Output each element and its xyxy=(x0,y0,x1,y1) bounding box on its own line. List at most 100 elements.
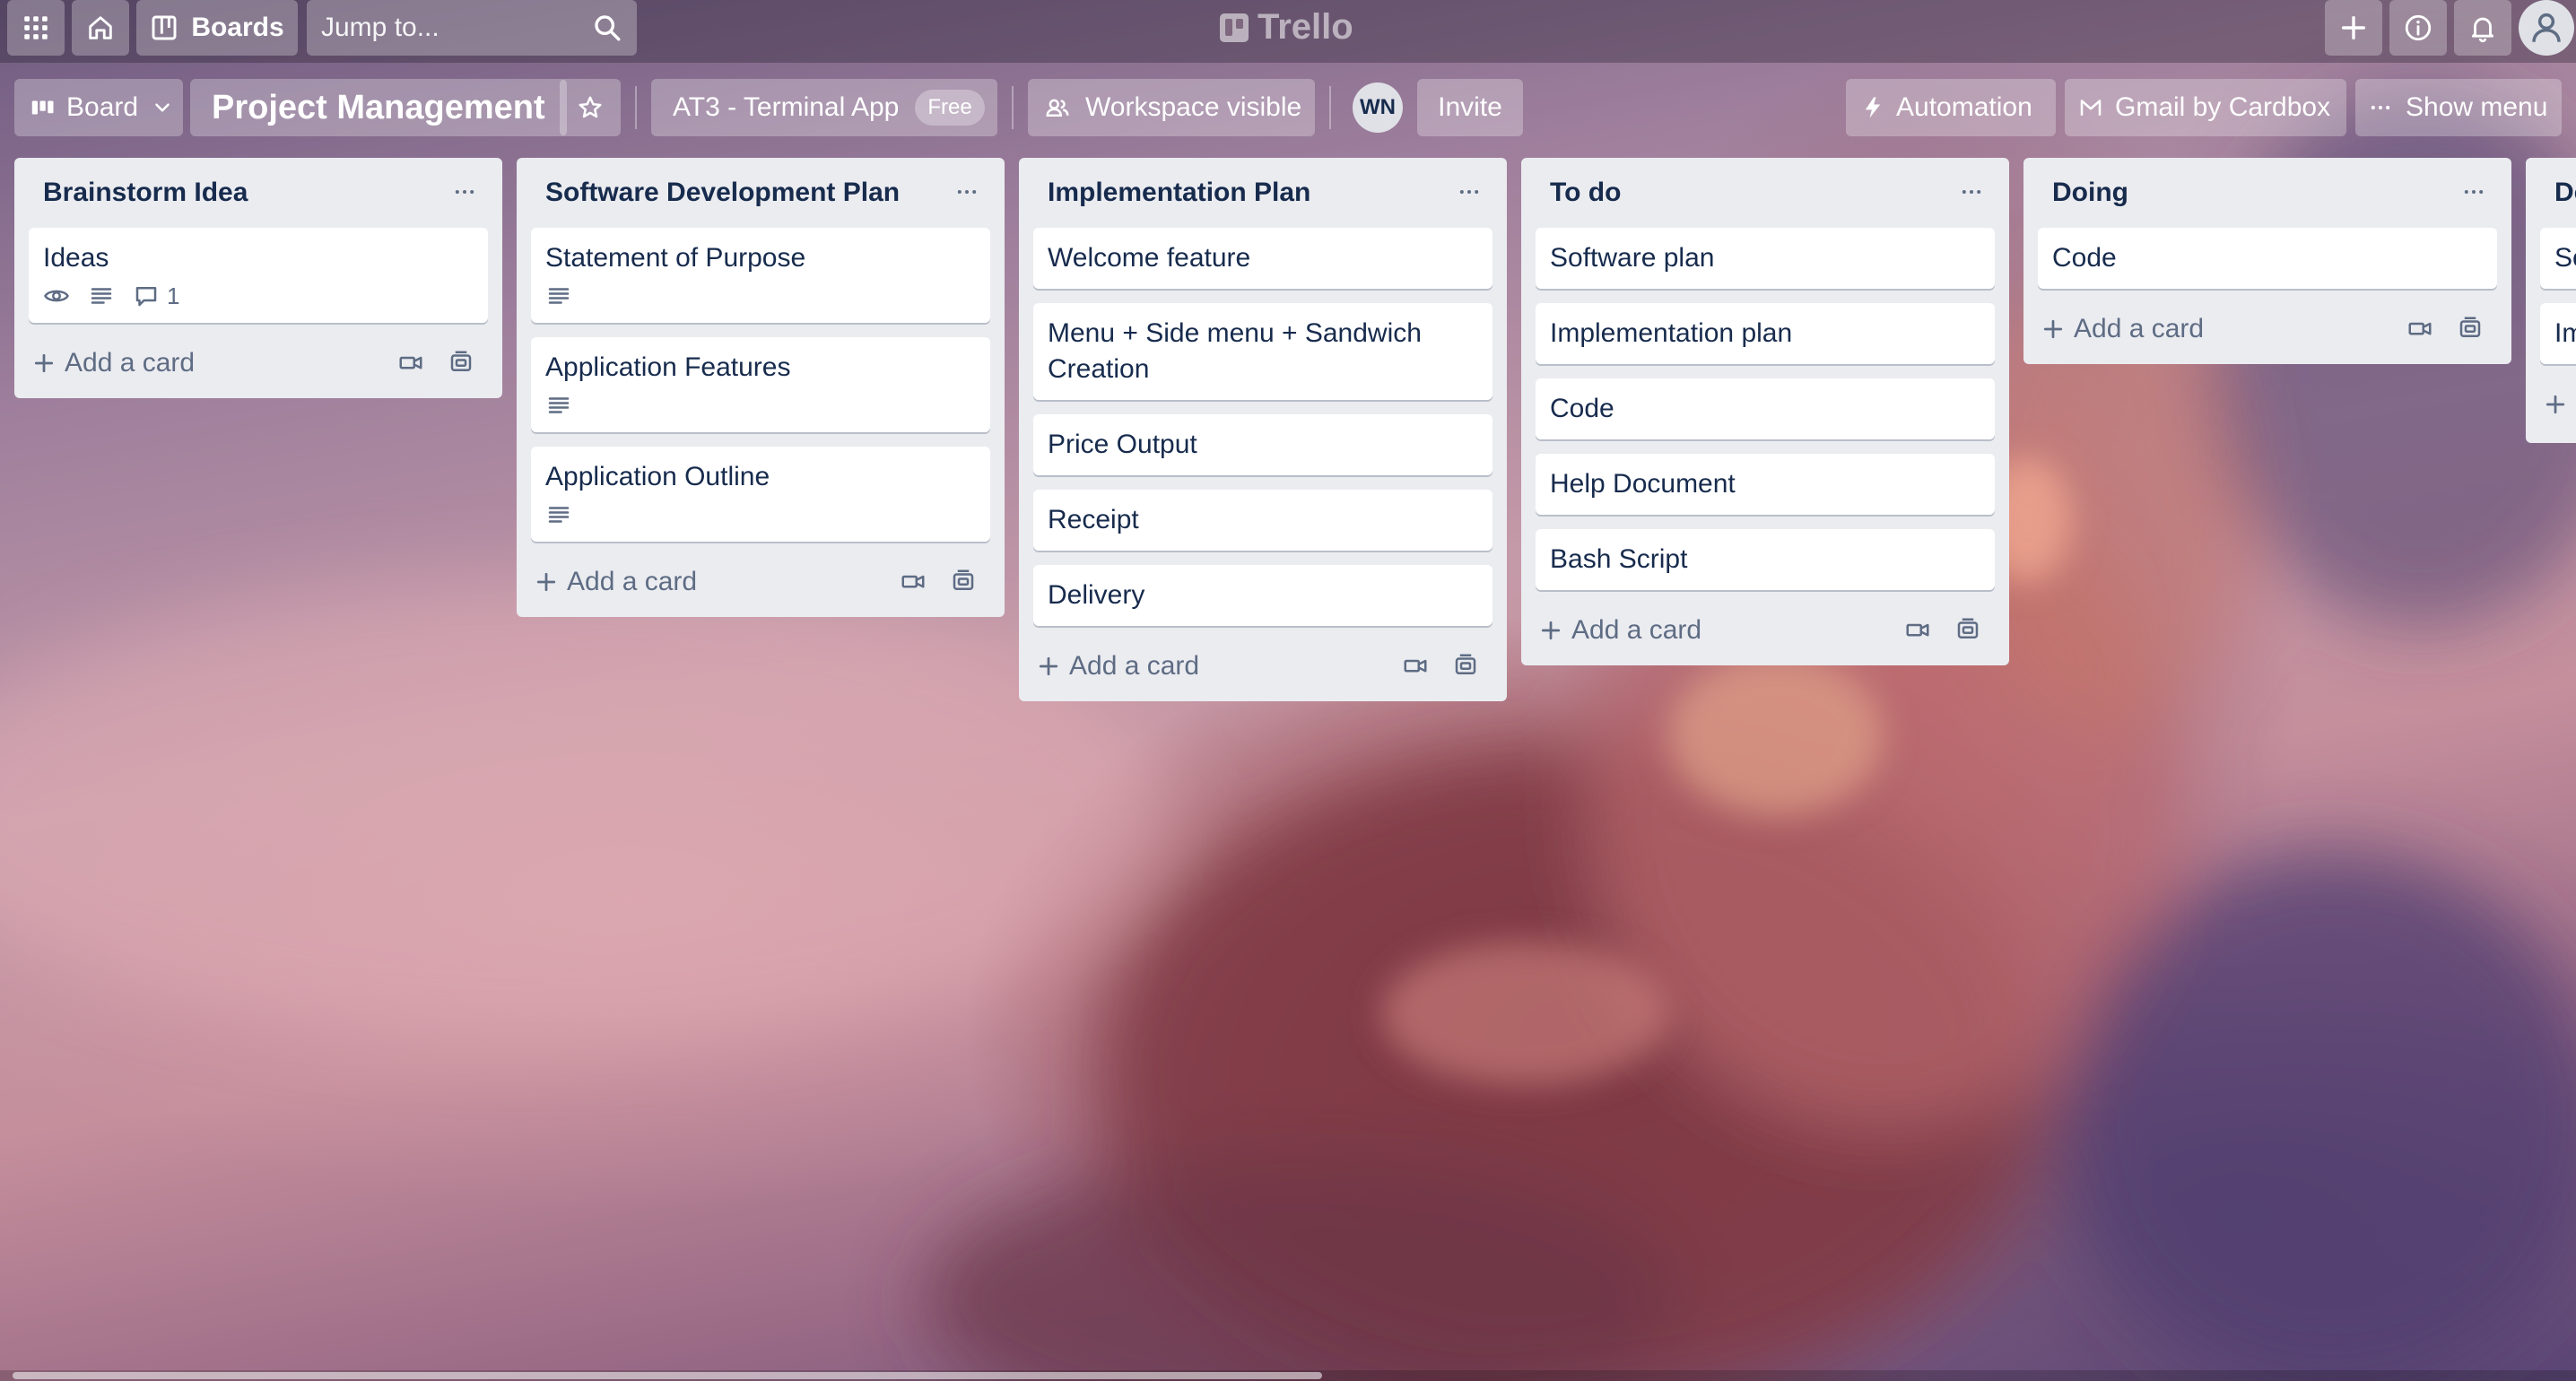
card[interactable]: Delivery xyxy=(1033,565,1493,626)
list-actions-button[interactable] xyxy=(447,174,483,210)
record-video-button[interactable] xyxy=(395,346,427,378)
trello-logo[interactable]: Trello xyxy=(1220,7,1353,48)
create-from-template-button[interactable] xyxy=(1952,613,1984,646)
card[interactable]: Code xyxy=(1536,378,1995,439)
list-title[interactable]: Do xyxy=(2554,178,2576,208)
trello-logo-icon xyxy=(1220,13,1249,42)
add-card-button[interactable]: Add a card xyxy=(1537,608,1701,653)
horizontal-scrollbar[interactable] xyxy=(0,1370,2576,1381)
add-card-button[interactable]: Add a card xyxy=(1035,644,1199,689)
board-title[interactable]: Project Management xyxy=(190,79,567,136)
plus-icon xyxy=(34,353,54,373)
gmail-power-up-button[interactable]: Gmail by Cardbox xyxy=(2065,79,2346,136)
visibility-button[interactable]: Workspace visible xyxy=(1028,79,1315,136)
list-title[interactable]: To do xyxy=(1550,178,1621,208)
template-icon xyxy=(1455,654,1476,674)
invite-button[interactable]: Invite xyxy=(1417,79,1523,136)
card-badges xyxy=(545,500,976,529)
list-header[interactable]: Software Development Plan xyxy=(517,158,1005,228)
card[interactable]: Implementation plan xyxy=(1536,303,1995,364)
add-card-button[interactable]: Add a card xyxy=(30,341,195,386)
automation-button[interactable]: Automation xyxy=(1846,79,2056,136)
card-title: Software plan xyxy=(1550,243,1715,273)
card[interactable]: Welcome feature xyxy=(1033,228,1493,289)
card[interactable]: Price Output xyxy=(1033,414,1493,475)
add-card-button[interactable]: Add a card xyxy=(533,560,697,604)
search-input[interactable] xyxy=(319,12,583,44)
list-header[interactable]: To do xyxy=(1521,158,2009,228)
card[interactable]: Menu + Side menu + Sandwich Creation xyxy=(1033,303,1493,400)
create-from-template-button[interactable] xyxy=(445,346,477,378)
record-video-button[interactable] xyxy=(2404,312,2436,344)
add-card-label: Add a card xyxy=(2074,314,2205,343)
more-dots-icon xyxy=(1459,190,1479,194)
account-avatar[interactable] xyxy=(2519,0,2574,56)
card-title: Bash Script xyxy=(1550,544,1688,574)
board-view-switcher[interactable]: Board xyxy=(14,79,183,136)
boards-button[interactable]: Boards xyxy=(136,0,298,56)
card[interactable]: Application Features xyxy=(531,337,990,432)
add-card-button[interactable] xyxy=(2542,382,2576,427)
card-title: Statement of Purpose xyxy=(545,243,806,273)
information-button[interactable] xyxy=(2389,0,2447,56)
card[interactable]: Application Outline xyxy=(531,447,990,542)
create-from-template-button[interactable] xyxy=(1449,649,1482,682)
app-switcher-button[interactable] xyxy=(7,0,65,56)
list-actions-button[interactable] xyxy=(2456,174,2492,210)
search-box[interactable] xyxy=(307,0,637,56)
record-video-button[interactable] xyxy=(1902,613,1934,646)
list-actions-button[interactable] xyxy=(1451,174,1487,210)
record-video-button[interactable] xyxy=(1399,649,1432,682)
list-header[interactable]: Brainstorm Idea xyxy=(14,158,502,228)
list-title[interactable]: Implementation Plan xyxy=(1048,178,1310,208)
create-button[interactable] xyxy=(2325,0,2382,56)
list-header[interactable]: Do xyxy=(2526,158,2576,228)
user-icon xyxy=(2532,13,2561,42)
divider xyxy=(1012,86,1014,129)
workspace-button[interactable]: AT3 - Terminal App Free xyxy=(651,79,997,136)
show-menu-button[interactable]: Show menu xyxy=(2355,79,2562,136)
automation-label: Automation xyxy=(1896,92,2032,122)
team-icon xyxy=(1046,99,1069,117)
bell-icon xyxy=(2471,17,2494,43)
card[interactable]: Bash Script xyxy=(1536,529,1995,590)
list-title[interactable]: Doing xyxy=(2052,178,2128,208)
card[interactable]: Receipt xyxy=(1033,490,1493,551)
home-button[interactable] xyxy=(72,0,129,56)
card-title: Price Output xyxy=(1048,430,1197,459)
card[interactable]: Ideas 1 xyxy=(29,228,488,323)
search-icon[interactable] xyxy=(592,13,622,43)
list-header[interactable]: Doing xyxy=(2023,158,2511,228)
scrollbar-thumb[interactable] xyxy=(13,1372,1322,1379)
star-board-button[interactable] xyxy=(560,79,621,136)
record-video-button[interactable] xyxy=(897,565,929,597)
card-title: Implementation plan xyxy=(1550,318,1793,348)
more-dots-icon xyxy=(2371,105,2390,110)
card-title: Receipt xyxy=(1048,505,1139,534)
board-view-label: Board xyxy=(66,92,139,122)
card[interactable]: Software plan xyxy=(1536,228,1995,289)
list-title[interactable]: Software Development Plan xyxy=(545,178,900,208)
list-header[interactable]: Implementation Plan xyxy=(1019,158,1507,228)
member-avatar[interactable]: WN xyxy=(1353,83,1403,133)
card[interactable]: So xyxy=(2540,228,2576,289)
add-card-button[interactable]: Add a card xyxy=(2040,307,2204,352)
card[interactable]: Im xyxy=(2540,303,2576,364)
list-actions-button[interactable] xyxy=(1954,174,1989,210)
list-actions-button[interactable] xyxy=(949,174,985,210)
card[interactable]: Code xyxy=(2038,228,2497,289)
notifications-button[interactable] xyxy=(2454,0,2511,56)
list-title[interactable]: Brainstorm Idea xyxy=(43,178,248,208)
create-from-template-button[interactable] xyxy=(947,565,979,597)
card[interactable]: Help Document xyxy=(1536,454,1995,515)
list-footer: Add a card xyxy=(14,332,502,398)
list-footer: Add a card xyxy=(517,551,1005,617)
card-badges xyxy=(545,282,976,310)
create-from-template-button[interactable] xyxy=(2454,312,2486,344)
card-title: Im xyxy=(2554,318,2576,348)
workspace-name: AT3 - Terminal App xyxy=(673,92,900,122)
card[interactable]: Statement of Purpose xyxy=(531,228,990,323)
add-card-label: Add a card xyxy=(1571,615,1702,645)
list-to-do: To do Software plan Implementation plan … xyxy=(1521,158,2009,665)
description-badge xyxy=(88,282,115,309)
